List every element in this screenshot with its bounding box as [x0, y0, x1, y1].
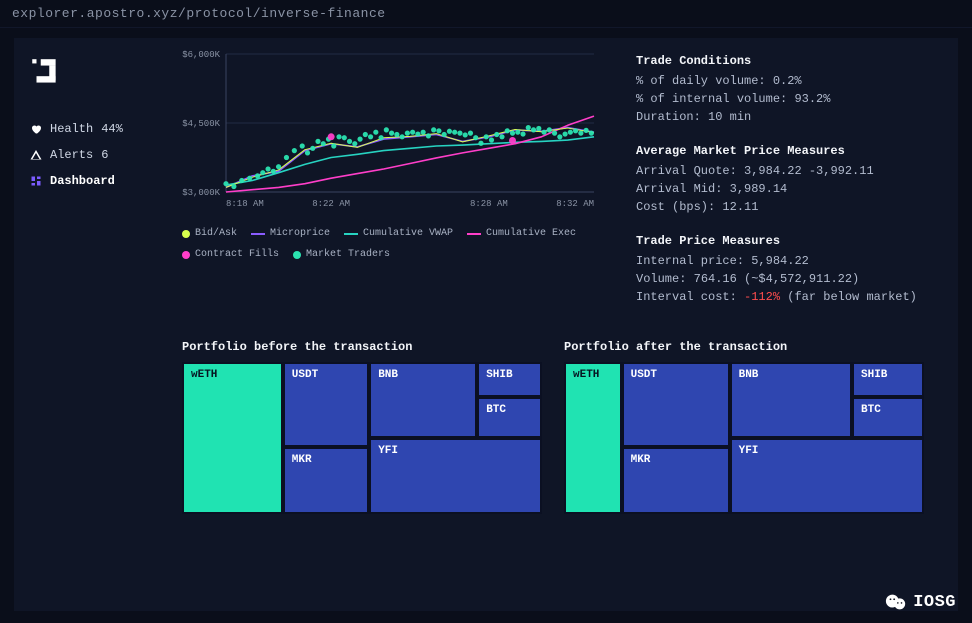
portfolios-row: Portfolio before the transaction wETHUSD… [182, 340, 942, 514]
trade-price-block: Trade Price Measures Internal price: 5,9… [636, 232, 942, 306]
treemap-after[interactable]: wETHUSDTMKRBNBYFI SHIBBTC [564, 362, 924, 514]
treemap-tile-shib[interactable]: SHIB [477, 362, 542, 397]
treemap-tile-weth[interactable]: wETH [564, 362, 622, 514]
legend-label: Microprice [270, 228, 330, 239]
treemap-tile-usdt[interactable]: USDT [622, 362, 730, 447]
treemap-before[interactable]: wETHUSDTMKRBNBYFI SHIBBTC [182, 362, 542, 514]
legend-item[interactable]: Cumulative Exec [467, 228, 576, 239]
sidebar: Health 44%Alerts 6Dashboard [14, 38, 174, 611]
price-chart[interactable]: $3,000K $4,500K $6,000K 8:18 AM 8:22 AM 8:28 … [182, 48, 602, 218]
legend-swatch [182, 251, 190, 259]
svg-text:8:22 AM: 8:22 AM [312, 199, 350, 209]
legend-swatch [467, 233, 481, 235]
app-shell: Health 44%Alerts 6Dashboard $3,000K$4,50… [14, 38, 958, 611]
price-chart-panel: $3,000K $4,500K $6,000K 8:18 AM 8:22 AM 8:28 … [182, 48, 612, 322]
metrics-panel: Trade Conditions % of daily volume: 0.2%… [636, 48, 942, 322]
address-bar[interactable]: explorer.apostro.xyz/protocol/inverse-fi… [0, 0, 972, 28]
trade-conditions-block: Trade Conditions % of daily volume: 0.2%… [636, 52, 942, 126]
legend-label: Cumulative Exec [486, 228, 576, 239]
portfolio-before-title: Portfolio before the transaction [182, 340, 542, 354]
top-row: $3,000K $4,500K $6,000K 8:18 AM 8:22 AM 8:28 … [182, 48, 942, 322]
sidebar-item-health[interactable]: Health 44% [28, 116, 160, 142]
legend-label: Bid/Ask [195, 228, 237, 239]
sidebar-item-label: Dashboard [50, 174, 115, 188]
treemap-tile-mkr[interactable]: MKR [283, 447, 369, 514]
treemap-tile-weth[interactable]: wETH [182, 362, 283, 514]
sidebar-item-label: Alerts [50, 148, 93, 162]
treemap-tile-bnb[interactable]: BNB [730, 362, 852, 438]
url-text: explorer.apostro.xyz/protocol/inverse-fi… [12, 6, 386, 21]
svg-text:$3,000K: $3,000K [182, 188, 220, 198]
logo-icon [28, 56, 62, 90]
dashboard-icon [30, 175, 42, 187]
treemap-tile-mkr[interactable]: MKR [622, 447, 730, 514]
sidebar-item-label: Health [50, 122, 93, 136]
svg-text:8:18 AM: 8:18 AM [226, 199, 264, 209]
treemap-tile-yfi[interactable]: YFI [730, 438, 924, 514]
legend-item[interactable]: Microprice [251, 228, 330, 239]
trade-price-title: Trade Price Measures [636, 232, 942, 250]
legend-item[interactable]: Market Traders [293, 249, 390, 260]
legend-item[interactable]: Contract Fills [182, 249, 279, 260]
heart-icon [30, 123, 42, 135]
svg-text:8:32 AM: 8:32 AM [556, 199, 594, 209]
arrival-mid-row: Arrival Mid: 3,989.14 [636, 180, 942, 198]
treemap-tile-bnb[interactable]: BNB [369, 362, 477, 438]
volume-row: Volume: 764.16 (~$4,572,911.22) [636, 270, 942, 288]
svg-text:$6,000K: $6,000K [182, 50, 220, 60]
avg-price-title: Average Market Price Measures [636, 142, 942, 160]
legend-swatch [182, 230, 190, 238]
daily-volume-row: % of daily volume: 0.2% [636, 72, 942, 90]
svg-text:8:28 AM: 8:28 AM [470, 199, 508, 209]
sidebar-item-value: 44% [101, 122, 123, 136]
internal-volume-row: % of internal volume: 93.2% [636, 90, 942, 108]
legend-label: Contract Fills [195, 249, 279, 260]
chart-legend: Bid/Ask Microprice Cumulative VWAP Cumulati… [182, 228, 612, 260]
treemap-tile-yfi[interactable]: YFI [369, 438, 542, 514]
arrival-quote-row: Arrival Quote: 3,984.22 -3,992.11 [636, 162, 942, 180]
sidebar-item-dashboard[interactable]: Dashboard [28, 168, 160, 194]
treemap-tile-btc[interactable]: BTC [477, 397, 542, 438]
sidebar-item-value: 6 [101, 148, 108, 162]
cost-bps-row: Cost (bps): 12.11 [636, 198, 942, 216]
svg-text:$4,500K: $4,500K [182, 119, 220, 129]
treemap-tile-shib[interactable]: SHIB [852, 362, 924, 397]
main-content: $3,000K $4,500K $6,000K 8:18 AM 8:22 AM 8:28 … [174, 38, 958, 611]
duration-row: Duration: 10 min [636, 108, 942, 126]
legend-label: Cumulative VWAP [363, 228, 453, 239]
portfolio-after: Portfolio after the transaction wETHUSDT… [564, 340, 924, 514]
internal-price-row: Internal price: 5,984.22 [636, 252, 942, 270]
alert-icon [30, 149, 42, 161]
treemap-tile-usdt[interactable]: USDT [283, 362, 369, 447]
interval-cost-row: Interval cost: -112% (far below market) [636, 288, 942, 306]
sidebar-item-alerts[interactable]: Alerts 6 [28, 142, 160, 168]
legend-item[interactable]: Cumulative VWAP [344, 228, 453, 239]
avg-price-block: Average Market Price Measures Arrival Qu… [636, 142, 942, 216]
treemap-tile-btc[interactable]: BTC [852, 397, 924, 438]
portfolio-after-title: Portfolio after the transaction [564, 340, 924, 354]
legend-swatch [344, 233, 358, 235]
logo [28, 56, 62, 90]
portfolio-before: Portfolio before the transaction wETHUSD… [182, 340, 542, 514]
legend-swatch [293, 251, 301, 259]
legend-swatch [251, 233, 265, 235]
trade-conditions-title: Trade Conditions [636, 52, 942, 70]
legend-item[interactable]: Bid/Ask [182, 228, 237, 239]
legend-label: Market Traders [306, 249, 390, 260]
